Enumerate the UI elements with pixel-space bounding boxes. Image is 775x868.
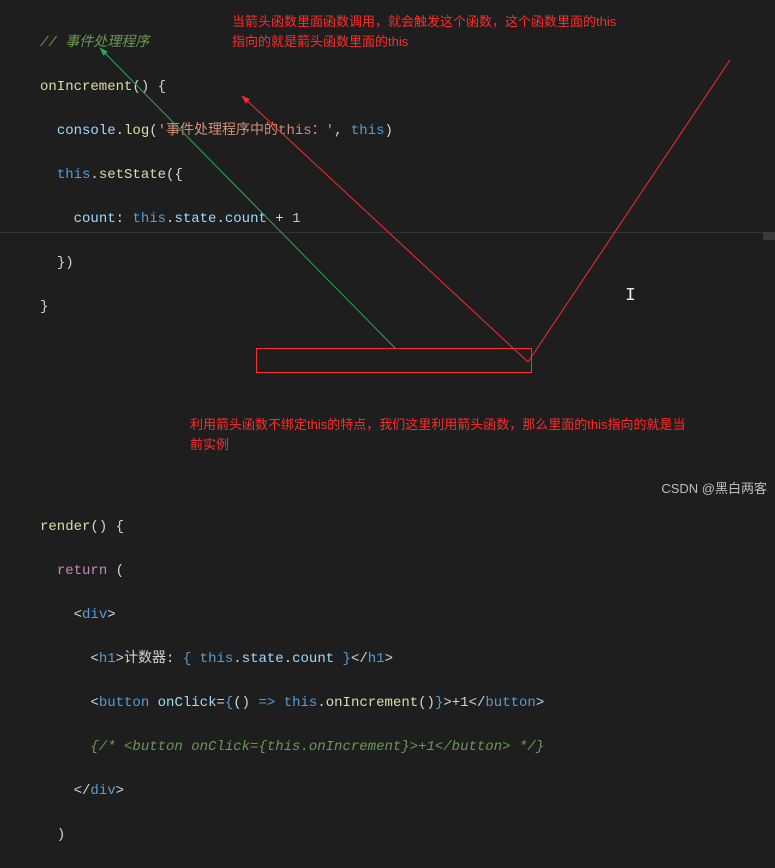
code-token: this <box>132 211 166 227</box>
code-token: () <box>233 695 258 711</box>
code-token: this <box>200 651 234 667</box>
code-token: } <box>334 651 351 667</box>
code-token: state <box>174 211 216 227</box>
text-cursor-icon: I <box>625 286 636 306</box>
code-token: 计数器: <box>124 651 183 667</box>
code-token: setState <box>99 167 166 183</box>
code-token: console <box>57 123 116 139</box>
code-token: > <box>536 695 544 711</box>
code-token: , <box>334 123 351 139</box>
code-token: ) <box>385 123 393 139</box>
code-token: render <box>40 519 90 535</box>
code-token: () <box>418 695 435 711</box>
code-token: ( <box>149 123 157 139</box>
code-token <box>275 695 283 711</box>
code-token: : <box>116 211 133 227</box>
code-token: . <box>216 211 224 227</box>
code-token: = <box>216 695 224 711</box>
code-token: h1 <box>99 651 116 667</box>
scrollbar-mark <box>763 232 775 240</box>
code-token: > <box>443 695 451 711</box>
annotation-top-line1: 当箭头函数里面函数调用，就会触发这个函数，这个函数里面的this <box>232 14 702 30</box>
code-token: { <box>183 651 200 667</box>
code-token: this <box>351 123 385 139</box>
code-token: state <box>242 651 284 667</box>
code-token: . <box>317 695 325 711</box>
code-token: onClick <box>158 695 217 711</box>
code-comment: {/* <button onClick={this.onIncrement}>+… <box>90 739 544 755</box>
code-token: () { <box>132 79 166 95</box>
code-token: ({ <box>166 167 183 183</box>
code-token: return <box>57 563 107 579</box>
code-token: { <box>225 695 233 711</box>
code-token: button <box>99 695 149 711</box>
code-area: // 事件处理程序 onIncrement() { console.log('事… <box>0 0 775 868</box>
code-token: ( <box>107 563 124 579</box>
code-token: div <box>90 783 115 799</box>
code-token: log <box>124 123 149 139</box>
code-token: . <box>233 651 241 667</box>
code-token: < <box>74 607 82 623</box>
annotation-bottom-line1: 利用箭头函数不绑定this的特点，我们这里利用箭头函数，那么里面的this指向的… <box>190 417 760 433</box>
code-token: > <box>385 651 393 667</box>
code-token: + <box>267 211 292 227</box>
watermark: CSDN @黑白两客 <box>661 478 767 497</box>
code-token: . <box>284 651 292 667</box>
code-token: > <box>116 783 124 799</box>
code-token: } <box>435 695 443 711</box>
code-token: count <box>292 651 334 667</box>
code-token: . <box>116 123 124 139</box>
code-token: 1 <box>292 211 300 227</box>
annotation-bottom-line2: 前实例 <box>190 437 760 453</box>
code-token: </ <box>469 695 486 711</box>
code-token: +1 <box>452 695 469 711</box>
code-comment: // 事件处理程序 <box>40 35 149 51</box>
code-token: button <box>485 695 535 711</box>
code-token: => <box>259 695 276 711</box>
code-token: > <box>116 651 124 667</box>
code-token: }) <box>57 255 74 271</box>
code-token: < <box>90 651 98 667</box>
code-token: count <box>225 211 267 227</box>
code-token: () { <box>90 519 124 535</box>
code-token: onIncrement <box>40 79 132 95</box>
code-token: count <box>74 211 116 227</box>
code-token: this <box>57 167 91 183</box>
code-token: '事件处理程序中的this：' <box>158 123 334 139</box>
code-token: </ <box>351 651 368 667</box>
divider-line <box>0 232 775 233</box>
code-token: < <box>90 695 98 711</box>
code-token: . <box>90 167 98 183</box>
code-token: div <box>82 607 107 623</box>
code-token: > <box>107 607 115 623</box>
code-token: ) <box>57 827 65 843</box>
code-token <box>149 695 157 711</box>
code-token: onIncrement <box>326 695 418 711</box>
code-token: } <box>40 299 48 315</box>
code-token: this <box>284 695 318 711</box>
code-token: </ <box>74 783 91 799</box>
code-token: h1 <box>368 651 385 667</box>
annotation-top-line2: 指向的就是箭头函数里面的this <box>232 34 702 50</box>
